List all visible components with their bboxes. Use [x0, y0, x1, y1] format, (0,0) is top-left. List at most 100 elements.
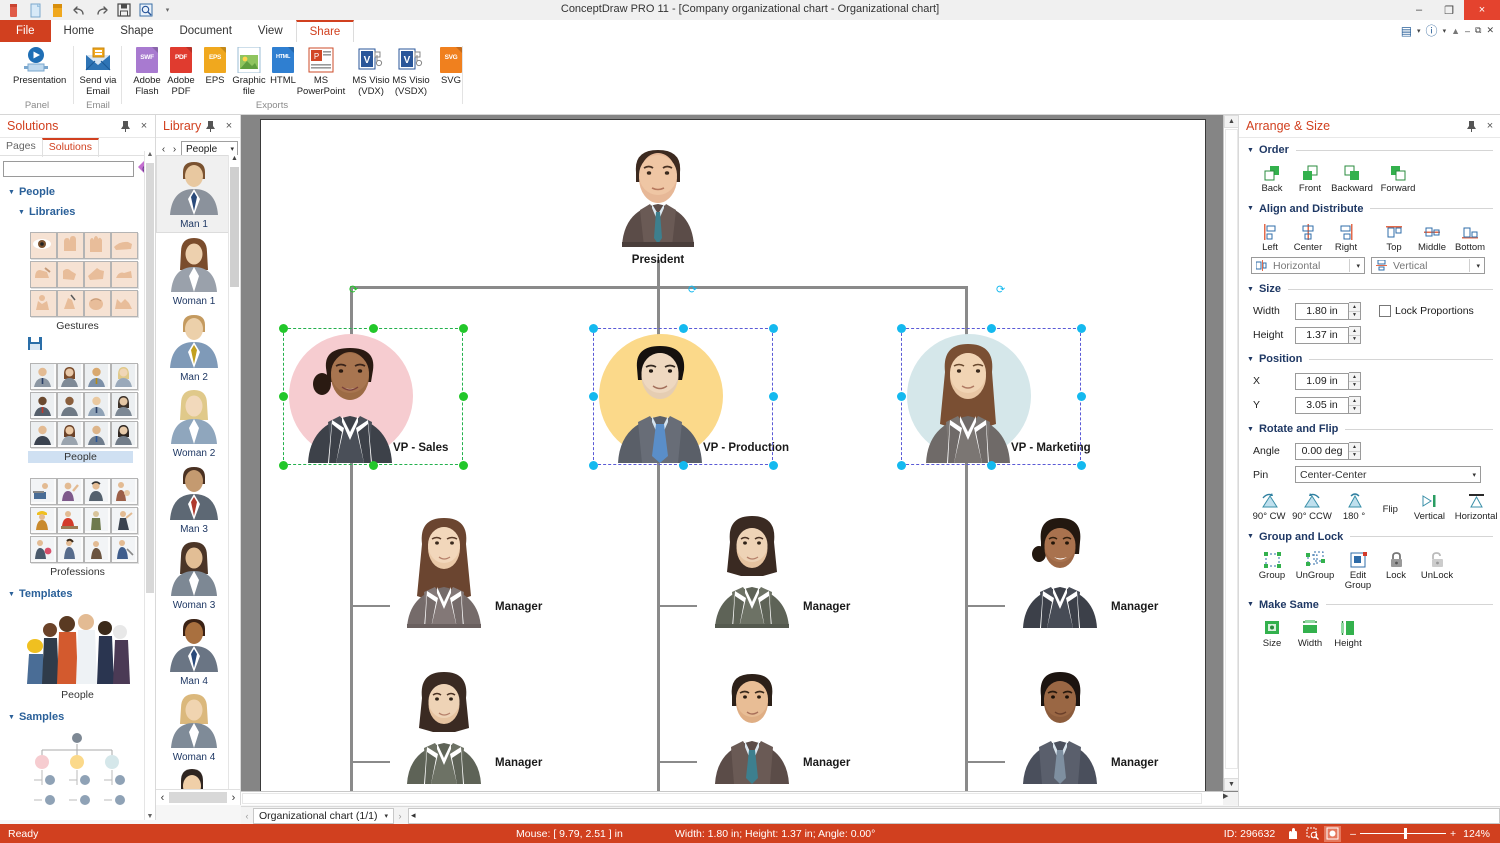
resize-handle-s[interactable]	[987, 461, 996, 470]
library-hscroll-thumb[interactable]	[169, 792, 227, 803]
canvas-vertical-scrollbar[interactable]: ▲ ▼	[1223, 115, 1239, 791]
zoom-slider-thumb[interactable]	[1404, 828, 1407, 839]
resize-handle-sw[interactable]	[897, 461, 906, 470]
resize-handle-n[interactable]	[369, 324, 378, 333]
sample-orgchart[interactable]	[0, 730, 155, 815]
document-minimize-icon[interactable]: –	[1465, 26, 1470, 36]
thumbnail[interactable]	[57, 421, 84, 448]
rotate-ccw-button[interactable]: 90° CCW	[1289, 491, 1335, 523]
canvas-pan-right-icon[interactable]: ▶	[1223, 792, 1228, 805]
solutions-close-icon[interactable]: ×	[136, 118, 152, 134]
tab-pages[interactable]: Pages	[0, 138, 42, 155]
resize-handle-se[interactable]	[769, 461, 778, 470]
library-item-woman-2[interactable]: Woman 2	[156, 385, 228, 461]
solutions-search-input[interactable]	[3, 160, 134, 177]
thumbnail[interactable]	[84, 421, 111, 448]
section-make-same-header[interactable]: ▼ Make Same	[1239, 597, 1500, 613]
height-stepper-up[interactable]: ▲	[1349, 327, 1360, 336]
chevron-down-icon[interactable]: ▾	[384, 812, 388, 820]
section-rotate-header[interactable]: ▼ Rotate and Flip	[1239, 421, 1500, 437]
width-stepper[interactable]: ▲ ▼	[1349, 302, 1361, 320]
ribbon-tab-view[interactable]: View	[245, 20, 296, 42]
section-size-header[interactable]: ▼ Size	[1239, 281, 1500, 297]
solutions-scroll-thumb[interactable]	[146, 163, 154, 593]
width-input[interactable]: 1.80 in	[1295, 302, 1349, 320]
position-y-stepper[interactable]: ▲ ▼	[1349, 396, 1361, 414]
ribbon-tab-shape[interactable]: Shape	[107, 20, 166, 42]
edit-group-button[interactable]: Edit Group	[1339, 550, 1377, 591]
minimize-button[interactable]: –	[1404, 0, 1434, 20]
thumbnail[interactable]	[57, 363, 84, 390]
ribbon-tab-file[interactable]: File	[0, 20, 51, 42]
solutions-pin-icon[interactable]	[117, 118, 133, 134]
lock-proportions-checkbox[interactable]	[1379, 305, 1391, 317]
thumbnail[interactable]	[57, 392, 84, 419]
resize-handle-n[interactable]	[987, 324, 996, 333]
align-top-button[interactable]: Top	[1375, 222, 1413, 254]
distribute-horizontal-select[interactable]: Horizontal ▾	[1251, 257, 1365, 274]
position-x-stepper[interactable]: ▲ ▼	[1349, 372, 1361, 390]
orgchart-node-mgr-prod-2[interactable]: Manager	[697, 666, 867, 794]
thumbnail[interactable]	[84, 536, 111, 563]
section-align-header[interactable]: ▼ Align and Distribute	[1239, 201, 1500, 217]
position-y-input[interactable]: 3.05 in	[1295, 396, 1349, 414]
library-item-woman-1[interactable]: Woman 1	[156, 233, 228, 309]
make-same-size-button[interactable]: Size	[1253, 618, 1291, 650]
zoom-out-button[interactable]: –	[1350, 828, 1356, 840]
thumbnail[interactable]	[57, 261, 84, 288]
group-button[interactable]: Group	[1253, 550, 1291, 591]
resize-handle-ne[interactable]	[459, 324, 468, 333]
zoom-tool-icon[interactable]	[1304, 826, 1321, 842]
resize-handle-sw[interactable]	[589, 461, 598, 470]
template-people[interactable]: People	[0, 606, 155, 701]
resize-handle-se[interactable]	[1077, 461, 1086, 470]
library-group-professions[interactable]: Professions	[0, 472, 155, 578]
canvas-horizontal-scrollbar[interactable]	[241, 791, 1223, 805]
section-group-header[interactable]: ▼ Group and Lock	[1239, 529, 1500, 545]
make-same-width-button[interactable]: Width	[1291, 618, 1329, 650]
fit-page-icon[interactable]	[1324, 825, 1342, 842]
library-hscroll-left-arrow[interactable]: ‹	[156, 792, 169, 804]
position-y-stepper-up[interactable]: ▲	[1349, 397, 1360, 406]
library-next-icon[interactable]: ›	[170, 144, 179, 155]
resize-handle-s[interactable]	[369, 461, 378, 470]
resize-handle-s[interactable]	[679, 461, 688, 470]
library-horizontal-scrollbar[interactable]: ‹ ›	[156, 789, 240, 805]
align-left-button[interactable]: Left	[1251, 222, 1289, 254]
panel-toggle-icon[interactable]: ▤	[1401, 24, 1412, 38]
rotate-handle-vp-production[interactable]: ⟳	[688, 283, 697, 296]
send-to-back-button[interactable]: Back	[1253, 163, 1291, 195]
resize-handle-nw[interactable]	[897, 324, 906, 333]
lock-button[interactable]: Lock	[1377, 550, 1415, 591]
height-stepper[interactable]: ▲ ▼	[1349, 326, 1361, 344]
library-group-gestures[interactable]: Gestures	[0, 226, 155, 332]
maximize-button[interactable]: ❐	[1434, 0, 1464, 20]
orgchart-node-mgr-sales-1[interactable]: Manager	[389, 510, 559, 638]
align-right-button[interactable]: Right	[1327, 222, 1365, 254]
width-stepper-down[interactable]: ▼	[1349, 312, 1360, 320]
thumbnail[interactable]	[111, 478, 138, 505]
zoom-slider-track[interactable]	[1360, 828, 1446, 839]
resize-handle-e[interactable]	[1077, 392, 1086, 401]
height-input[interactable]: 1.37 in	[1295, 326, 1349, 344]
bring-forward-button[interactable]: Forward	[1375, 163, 1421, 195]
canvas-hscroll-thumb[interactable]	[242, 793, 1202, 804]
resize-handle-ne[interactable]	[1077, 324, 1086, 333]
thumbnail[interactable]	[111, 421, 138, 448]
ribbon-tab-home[interactable]: Home	[51, 20, 108, 42]
lock-proportions-row[interactable]: Lock Proportions	[1379, 305, 1474, 317]
angle-stepper-up[interactable]: ▲	[1349, 443, 1360, 452]
solutions-scroll-up-arrow[interactable]: ▲	[145, 151, 155, 161]
resize-handle-ne[interactable]	[769, 324, 778, 333]
thumbnail[interactable]	[57, 232, 84, 259]
resize-handle-se[interactable]	[459, 461, 468, 470]
bring-to-front-button[interactable]: Front	[1291, 163, 1329, 195]
thumbnail[interactable]	[30, 536, 57, 563]
angle-stepper[interactable]: ▲ ▼	[1349, 442, 1361, 460]
resize-handle-w[interactable]	[589, 392, 598, 401]
help-icon[interactable]: ⓘ	[1426, 22, 1438, 39]
thumbnail[interactable]	[30, 232, 57, 259]
page-tab-organizational-chart[interactable]: Organizational chart (1/1) ▾	[253, 807, 394, 824]
presentation-button[interactable]: Presentation	[13, 46, 66, 87]
pin-select[interactable]: Center-Center ▾	[1295, 466, 1481, 483]
